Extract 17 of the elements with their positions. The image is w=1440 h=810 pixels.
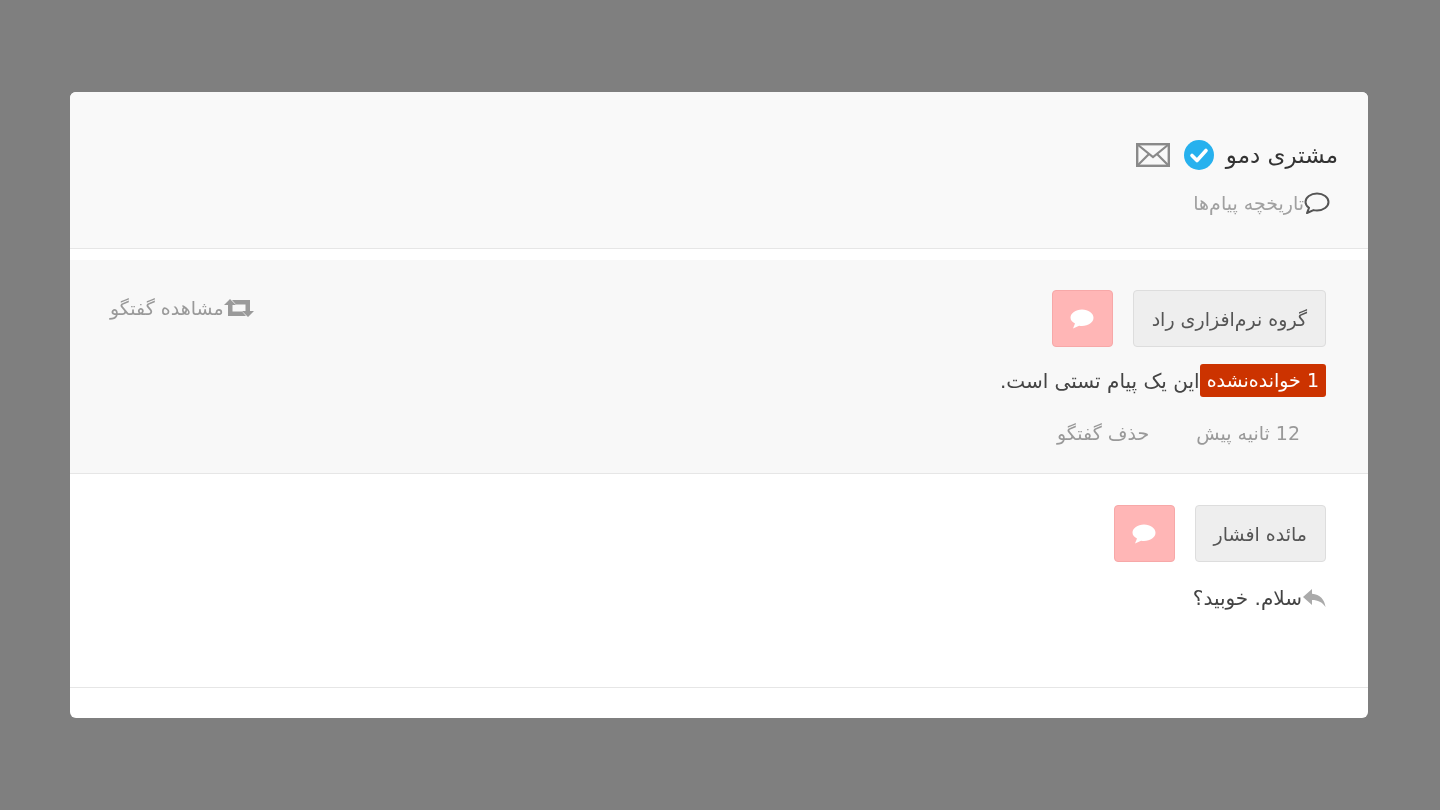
- message-history-link[interactable]: تاریخچه پیام‌ها: [1193, 188, 1330, 218]
- chat-button[interactable]: [1113, 505, 1175, 562]
- chat-button[interactable]: [1051, 290, 1113, 347]
- view-conversation-link[interactable]: مشاهده گفتگو: [110, 296, 254, 320]
- chat-bubble-icon: [1132, 523, 1156, 544]
- sender-button[interactable]: گروه نرم‌افزاری راد: [1132, 290, 1326, 347]
- message-text: سلام. خوبید؟: [1192, 585, 1302, 612]
- message-time: 12 ثانیه پیش: [1196, 421, 1300, 447]
- speech-bubble-icon: [1304, 192, 1330, 214]
- delete-conversation-link[interactable]: حذف گفتگو: [1057, 419, 1150, 447]
- contact-name: مشتری دمو: [1225, 141, 1338, 171]
- retweet-icon: [223, 298, 254, 318]
- unread-badge: 1 خوانده‌نشده: [1199, 364, 1326, 397]
- message-text: این یک پیام تستی است.: [999, 367, 1200, 395]
- envelope-icon[interactable]: [1135, 143, 1170, 167]
- chat-bubble-icon: [1070, 308, 1095, 329]
- sender-button[interactable]: مائده افشار: [1194, 505, 1326, 562]
